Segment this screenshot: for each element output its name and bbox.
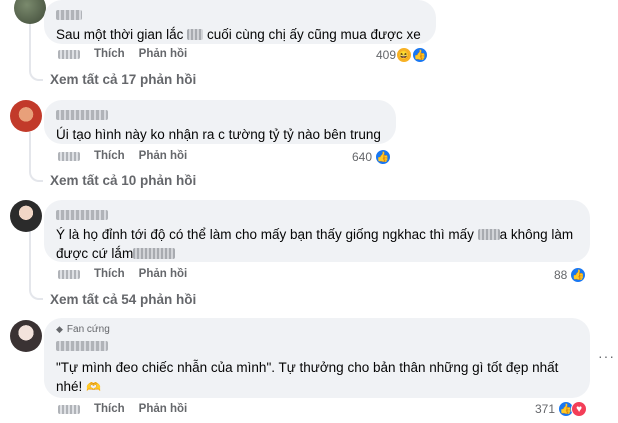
avatar[interactable] <box>10 100 42 132</box>
like-reaction-icon: 👍 <box>412 47 429 63</box>
reply-button[interactable]: Phản hồi <box>139 150 188 162</box>
thread-curve <box>29 286 43 300</box>
avatar[interactable] <box>14 0 46 24</box>
redacted-text <box>477 229 500 240</box>
comment-text: Sau một thời gian lắc cuối cùng chị ấy c… <box>56 27 421 42</box>
more-horizontal-icon[interactable]: ··· <box>598 348 615 364</box>
commenter-name[interactable] <box>56 209 108 220</box>
comment-actions: Thích Phản hồi <box>58 403 201 415</box>
reaction-count: 409 <box>376 48 397 62</box>
commenter-name[interactable] <box>56 340 108 351</box>
commenter-name[interactable] <box>56 109 108 120</box>
like-reaction-icon: 👍 <box>375 149 392 165</box>
reaction-summary[interactable]: 371 👍 ♥ <box>535 401 588 417</box>
thread-curve <box>29 67 43 81</box>
thread-line <box>29 230 31 286</box>
see-all-replies-link[interactable]: Xem tất cả 54 phản hồi <box>50 292 196 307</box>
reaction-summary[interactable]: 640 👍 <box>352 149 392 165</box>
see-all-replies-link[interactable]: Xem tất cả 17 phản hồi <box>50 72 196 87</box>
badge-label: Fan cứng <box>66 324 110 335</box>
thread-line <box>29 132 31 168</box>
reply-button[interactable]: Phản hồi <box>139 403 188 415</box>
timestamp[interactable] <box>58 404 80 414</box>
fan-badge: ◆ Fan cứng <box>56 324 578 335</box>
redacted-text <box>133 248 176 259</box>
timestamp[interactable] <box>58 151 80 161</box>
love-reaction-icon: ♥ <box>571 401 588 417</box>
comment-text: "Tự mình đeo chiếc nhẫn của mình". Tự th… <box>56 358 578 397</box>
avatar[interactable] <box>10 320 42 352</box>
reaction-count: 640 <box>352 150 373 164</box>
comment-bubble: ◆ Fan cứng "Tự mình đeo chiếc nhẫn của m… <box>44 318 590 398</box>
comment-bubble: Sau một thời gian lắc cuối cùng chị ấy c… <box>44 0 436 44</box>
like-button[interactable]: Thích <box>94 48 125 60</box>
like-reaction-icon: 👍 <box>570 267 587 283</box>
heart-hands-emoji-icon: 🫶 <box>86 380 101 394</box>
reaction-count: 371 <box>535 402 556 416</box>
comment-text: Ý là họ đỉnh tới độ có thể làm cho mấy b… <box>56 227 574 261</box>
reaction-count: 88 <box>554 268 568 282</box>
comment-bubble: Úi tạo hình này ko nhận ra c tường tỷ tỷ… <box>44 100 396 144</box>
comment-actions: Thích Phản hồi <box>58 268 201 280</box>
avatar[interactable] <box>10 200 42 232</box>
haha-reaction-icon: 😆 <box>396 47 413 63</box>
like-button[interactable]: Thích <box>94 403 125 415</box>
reply-button[interactable]: Phản hồi <box>139 48 188 60</box>
like-button[interactable]: Thích <box>94 268 125 280</box>
commenter-name[interactable] <box>56 9 82 20</box>
see-all-replies-link[interactable]: Xem tất cả 10 phản hồi <box>50 173 196 188</box>
comment-actions: Thích Phản hồi <box>58 48 201 60</box>
like-button[interactable]: Thích <box>94 150 125 162</box>
timestamp[interactable] <box>58 49 80 59</box>
reaction-summary[interactable]: 88 👍 <box>554 267 587 283</box>
comment-actions: Thích Phản hồi <box>58 150 201 162</box>
redacted-text <box>187 29 204 40</box>
timestamp[interactable] <box>58 269 80 279</box>
comment-text: Úi tạo hình này ko nhận ra c tường tỷ tỷ… <box>56 127 381 142</box>
comment-bubble: Ý là họ đỉnh tới độ có thể làm cho mấy b… <box>44 200 590 262</box>
diamond-icon: ◆ <box>56 324 63 334</box>
reaction-summary[interactable]: 409 😆 👍 <box>376 47 429 63</box>
thread-curve <box>29 168 43 182</box>
reply-button[interactable]: Phản hồi <box>139 268 188 280</box>
thread-line <box>29 24 31 70</box>
